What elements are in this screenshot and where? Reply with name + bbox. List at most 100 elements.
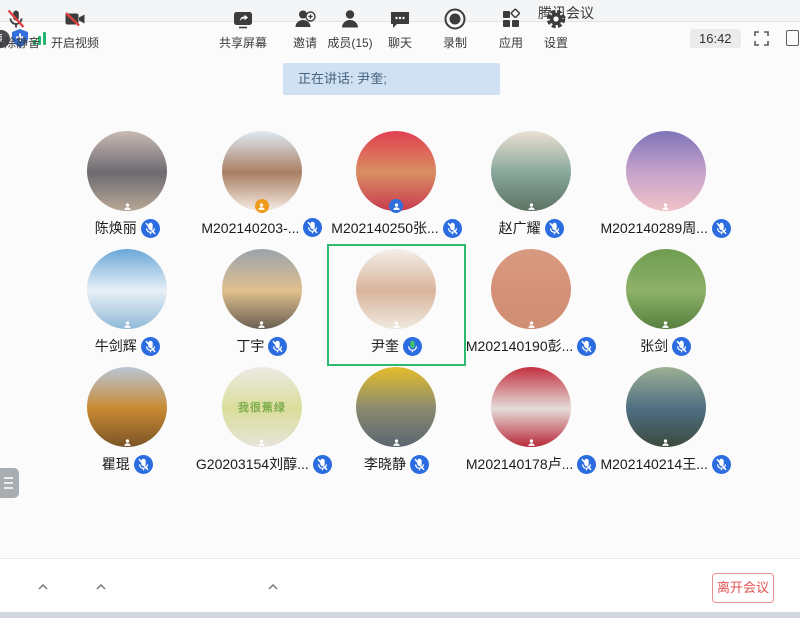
toolbar-label: 应用 (499, 34, 523, 51)
mic-status-icon (577, 455, 596, 474)
participant-name-row: 李晓静 (364, 454, 429, 474)
participant-name: 李晓静 (364, 454, 406, 474)
bottom-toolbar (0, 558, 800, 612)
toolbar-label: 录制 (443, 34, 467, 51)
participant-name-row: 赵广耀 (499, 218, 564, 238)
participant-name-row: M202140214王... (600, 454, 730, 474)
participant-name-row: M202140190彭... (466, 336, 596, 356)
participant-avatar: 我很蕉绿 (222, 367, 302, 447)
participant-tile[interactable]: 尹奎 (329, 246, 464, 364)
toolbar-item-record[interactable]: 录制 (425, 6, 485, 51)
mic-status-icon (672, 337, 691, 356)
role-badge (524, 435, 538, 449)
participant-tile[interactable]: 张剑 (598, 246, 733, 364)
participant-name-row: 牛剑辉 (95, 336, 160, 356)
role-badge (524, 317, 538, 331)
participant-name: 丁宇 (236, 336, 264, 356)
mic-status-icon (712, 455, 731, 474)
participant-name-row: G20203154刘醇... (196, 454, 328, 474)
toolbar-label: 成员(15) (327, 34, 372, 51)
settings-gear-icon (543, 6, 569, 32)
participant-name-row: M202140178卢... (466, 454, 596, 474)
window-bottom-edge (0, 612, 800, 618)
role-badge (255, 435, 269, 449)
participant-avatar (491, 131, 571, 211)
participant-avatar (87, 249, 167, 329)
participant-name: M202140250张... (331, 218, 438, 238)
participant-tile[interactable]: M202140190彭... (464, 246, 599, 364)
host-badge (255, 199, 269, 213)
mic-status-icon (410, 455, 429, 474)
role-badge (524, 199, 538, 213)
participant-name: 牛剑辉 (95, 336, 137, 356)
mic-status-icon (141, 219, 160, 238)
apps-icon (498, 6, 524, 32)
participant-tile[interactable]: M202140250张... (329, 128, 464, 246)
share-options-chevron[interactable] (268, 578, 278, 586)
unmute-options-chevron[interactable] (38, 578, 48, 586)
toolbar-label: 开启视频 (51, 34, 99, 51)
video-options-chevron[interactable] (96, 578, 106, 586)
participant-avatar (222, 249, 302, 329)
mic-status-icon (134, 455, 153, 474)
participant-name: M202140203-... (201, 220, 299, 236)
toolbar-label: 聊天 (388, 34, 412, 51)
participant-avatar (626, 367, 706, 447)
participant-tile[interactable]: 丁宇 (195, 246, 330, 364)
participant-tile[interactable]: 我很蕉绿 G20203154刘醇... (195, 364, 330, 482)
mic-off-icon (3, 6, 29, 32)
participant-name: G20203154刘醇... (196, 454, 309, 474)
participant-tile[interactable]: 赵广耀 (464, 128, 599, 246)
toolbar-item-share-screen[interactable]: 共享屏幕 (205, 6, 281, 51)
participant-avatar (356, 249, 436, 329)
toolbar-item-start-video[interactable]: 开启视频 (37, 6, 113, 51)
mic-status-icon (443, 219, 462, 238)
role-badge (120, 199, 134, 213)
participant-tile[interactable]: M202140178卢... (464, 364, 599, 482)
role-badge (120, 435, 134, 449)
side-panel-handle[interactable] (0, 468, 19, 498)
mic-status-icon (403, 337, 422, 356)
cohost-badge (389, 199, 403, 213)
participant-name: 赵广耀 (499, 218, 541, 238)
participant-grid: 陈焕丽 M202140203-... (60, 128, 734, 482)
role-badge (389, 435, 403, 449)
participant-name-row: 陈焕丽 (95, 218, 160, 238)
leave-meeting-button[interactable]: 离开会议 (712, 573, 774, 603)
avatar-text: 我很蕉绿 (238, 399, 286, 415)
participant-name-row: 张剑 (640, 336, 691, 356)
participant-tile[interactable]: M202140289周... (598, 128, 733, 246)
participant-avatar (491, 249, 571, 329)
participant-name-row: M202140203-... (201, 218, 322, 237)
participant-avatar (222, 131, 302, 211)
mic-status-icon (712, 219, 731, 238)
mic-status-icon (268, 337, 287, 356)
participant-name: M202140214王... (600, 454, 707, 474)
share-screen-icon (230, 6, 256, 32)
participant-name-row: M202140289周... (600, 218, 730, 238)
participant-name-row: M202140250张... (331, 218, 461, 238)
participant-tile[interactable]: M202140214王... (598, 364, 733, 482)
participant-tile[interactable]: 牛剑辉 (60, 246, 195, 364)
role-badge (659, 317, 673, 331)
members-icon (337, 6, 363, 32)
participant-tile[interactable]: 陈焕丽 (60, 128, 195, 246)
participant-tile[interactable]: 李晓静 (329, 364, 464, 482)
toolbar-item-settings[interactable]: 设置 (526, 6, 586, 51)
participant-tile[interactable]: M202140203-... (195, 128, 330, 246)
participant-name-row: 丁宇 (236, 336, 287, 356)
participant-name-row: 尹奎 (371, 336, 422, 356)
mic-status-icon (303, 218, 322, 237)
maximize-icon[interactable] (786, 30, 799, 46)
toolbar-label: 共享屏幕 (219, 34, 267, 51)
participant-avatar (87, 367, 167, 447)
participant-name: M202140190彭... (466, 336, 573, 356)
toolbar-label: 设置 (544, 34, 568, 51)
participant-tile[interactable]: 瞿琨 (60, 364, 195, 482)
fullscreen-icon[interactable] (754, 31, 769, 46)
participant-name: 瞿琨 (102, 454, 130, 474)
participant-name: 陈焕丽 (95, 218, 137, 238)
camera-off-icon (62, 6, 88, 32)
participant-name: 张剑 (640, 336, 668, 356)
toolbar-item-chat[interactable]: 聊天 (370, 6, 430, 51)
